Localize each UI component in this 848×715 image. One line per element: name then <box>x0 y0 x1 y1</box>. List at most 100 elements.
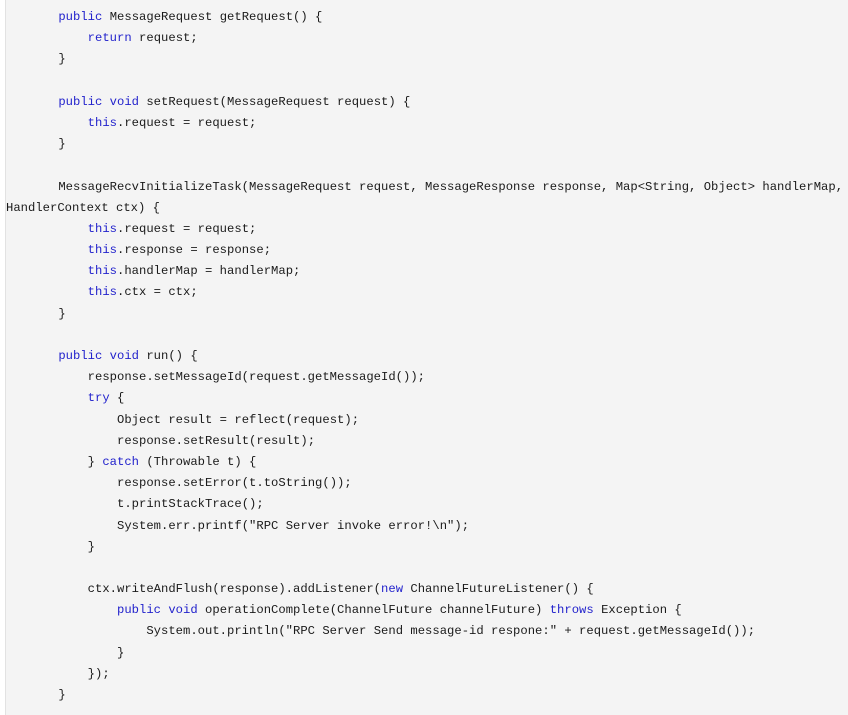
code-text: { <box>109 391 125 406</box>
code-keyword: catch <box>102 454 140 469</box>
code-viewer: public MessageRequest getRequest() { ret… <box>0 0 848 715</box>
code-text: HandlerContext ctx) { <box>6 200 161 215</box>
code-line: Object result = reflect(request); <box>6 410 848 431</box>
code-keyword: this <box>87 264 118 279</box>
code-line: t.printStackTrace(); <box>6 494 848 515</box>
code-text: t.printStackTrace(); <box>117 497 264 512</box>
code-text: response.setResult(result); <box>117 433 316 448</box>
code-line: } <box>6 685 848 706</box>
code-line: System.err.printf("RPC Server invoke err… <box>6 516 848 537</box>
code-text: }); <box>87 666 110 681</box>
code-line: this.handlerMap = handlerMap; <box>6 261 848 282</box>
code-line: HandlerContext ctx) { <box>6 198 848 219</box>
code-keyword: this <box>87 243 118 258</box>
code-block[interactable]: public MessageRequest getRequest() { ret… <box>6 0 848 706</box>
code-line: } <box>6 537 848 558</box>
code-line: public void setRequest(MessageRequest re… <box>6 92 848 113</box>
code-text: operationComplete(ChannelFuture channelF… <box>197 603 550 618</box>
code-line: this.ctx = ctx; <box>6 282 848 303</box>
code-text: ChannelFutureListener() { <box>403 582 594 597</box>
code-keyword: this <box>87 115 118 130</box>
code-text: request; <box>131 31 198 46</box>
code-keyword: public void <box>58 94 140 109</box>
code-keyword: public <box>58 10 103 24</box>
code-line: try { <box>6 388 848 409</box>
code-text: .handlerMap = handlerMap; <box>117 264 301 279</box>
code-line: } <box>6 643 848 664</box>
code-keyword: throws <box>549 603 594 618</box>
code-text: } <box>87 539 96 554</box>
code-line: } <box>6 49 848 70</box>
code-text: System.err.printf("RPC Server invoke err… <box>117 518 470 533</box>
code-text: } <box>87 454 103 469</box>
code-line: public void operationComplete(ChannelFut… <box>6 600 848 621</box>
code-text: setRequest(MessageRequest request) { <box>139 94 411 109</box>
code-text: .ctx = ctx; <box>117 285 198 300</box>
code-text: (Throwable t) { <box>139 454 257 469</box>
code-line: ctx.writeAndFlush(response).addListener(… <box>6 579 848 600</box>
code-line: response.setError(t.toString()); <box>6 473 848 494</box>
code-text: response.setError(t.toString()); <box>117 476 352 491</box>
code-text: ctx.writeAndFlush(response).addListener( <box>87 582 382 597</box>
code-text: response.setMessageId(request.getMessage… <box>87 370 426 385</box>
code-line: this.request = request; <box>6 219 848 240</box>
code-text: System.out.println("RPC Server Send mess… <box>146 624 756 639</box>
code-line: public void run() { <box>6 346 848 367</box>
code-line: System.out.println("RPC Server Send mess… <box>6 621 848 642</box>
code-surface: public MessageRequest getRequest() { ret… <box>5 0 848 715</box>
code-text: } <box>58 306 66 321</box>
code-text: } <box>117 645 125 660</box>
code-keyword: this <box>87 285 118 300</box>
code-line: } <box>6 134 848 155</box>
code-text: .request = request; <box>117 115 257 130</box>
code-text: MessageRecvInitializeTask(MessageRequest… <box>58 179 848 194</box>
code-keyword: public void <box>58 349 140 363</box>
code-text: Object result = reflect(request); <box>117 412 360 427</box>
code-line: } <box>6 304 848 325</box>
code-line: return request; <box>6 28 848 49</box>
code-keyword: this <box>87 221 118 236</box>
code-keyword: new <box>381 582 404 597</box>
code-text: MessageRequest getRequest() { <box>102 10 323 24</box>
code-text: } <box>58 688 66 702</box>
code-text: } <box>58 137 66 152</box>
code-line: this.response = response; <box>6 240 848 261</box>
code-line: response.setResult(result); <box>6 431 848 452</box>
code-text: .request = request; <box>117 221 257 236</box>
code-text: .response = response; <box>117 243 272 258</box>
code-keyword: try <box>87 391 110 406</box>
code-line: response.setMessageId(request.getMessage… <box>6 367 848 388</box>
code-keyword: public void <box>117 603 198 618</box>
